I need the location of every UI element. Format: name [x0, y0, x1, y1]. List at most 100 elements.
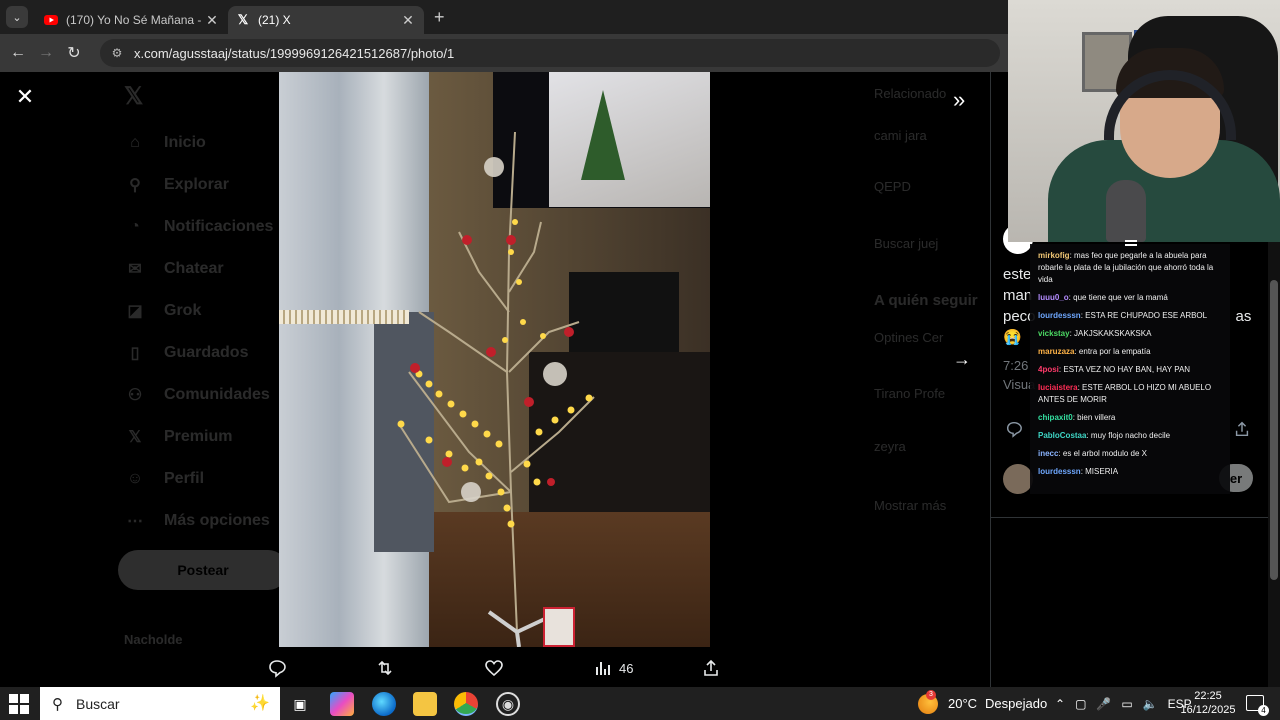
mail-icon: ✉ [128, 261, 142, 278]
nav-item-profile[interactable]: ☺ Perfil [124, 464, 204, 494]
share-icon[interactable] [1233, 420, 1251, 443]
new-tab-button[interactable]: + [434, 7, 445, 28]
chat-message: PabloCostaa: muy flojo nacho decile [1038, 430, 1222, 442]
chat-username: luuu0_o [1038, 293, 1069, 302]
windows-start-icon[interactable] [8, 693, 30, 715]
home-icon: ⌂ [130, 134, 140, 151]
tray-chevron-icon[interactable]: ⌃ [1055, 697, 1065, 711]
tray-mic-icon[interactable]: 🎤 [1096, 697, 1111, 711]
reply-icon[interactable] [267, 657, 287, 679]
share-icon[interactable] [701, 657, 721, 679]
taskbar-clock[interactable]: 22:25 16/12/2025 [1178, 689, 1238, 717]
tray-network-icon[interactable]: ▭ [1121, 697, 1132, 711]
chat-username: PabloCostaa [1038, 431, 1087, 440]
like-icon[interactable] [484, 657, 504, 679]
chat-message-list: mirkofig: mas feo que pegarle a la abuel… [1038, 250, 1222, 478]
repost-icon[interactable] [375, 657, 395, 679]
chat-username: chipaxit0 [1038, 413, 1073, 422]
tab-youtube[interactable]: (170) Yo No Sé Mañana - YouTube ✕ [36, 6, 228, 34]
streamer-webcam [1008, 0, 1280, 242]
tray-volume-icon[interactable]: 🔈 [1143, 697, 1158, 711]
search-icon: ⚲ [52, 695, 63, 713]
tweet-photo[interactable] [279, 72, 710, 647]
weather-temp: 20°C [948, 696, 978, 711]
nav-label: Grok [164, 302, 202, 319]
chat-text: es el arbol modulo de X [1062, 449, 1147, 458]
tab-x[interactable]: 𝕏 (21) X ✕ [228, 6, 424, 34]
nav-label: Chatear [164, 260, 224, 277]
photo-gift-bag [543, 607, 575, 647]
nav-item-explore[interactable]: ⚲ Explorar [124, 170, 229, 200]
nav-item-premium[interactable]: 𝕏 Premium [124, 422, 233, 452]
right-rail-line: Relacionado [874, 86, 947, 101]
right-rail-line: Tirano Profe [874, 386, 946, 401]
chat-text: MISERIA [1085, 467, 1119, 476]
next-photo-icon[interactable]: → [953, 349, 971, 370]
browser-tabstrip: ⌄ (170) Yo No Sé Mañana - YouTube ✕ 𝕏 (2… [0, 0, 1008, 34]
tweet-time[interactable]: 7:26 [1003, 358, 1028, 373]
nav-item-more[interactable]: ⋯ Más opciones [124, 506, 270, 536]
expand-sidebar-icon[interactable]: » [953, 87, 965, 113]
chat-username: vickstay [1038, 329, 1070, 338]
weather-sun-icon: 3 [918, 689, 938, 714]
chat-message: maruzaza: entra por la empatía [1038, 346, 1222, 358]
site-info-icon[interactable]: ⚙ [108, 46, 126, 60]
post-button[interactable]: Postear [118, 550, 288, 590]
file-explorer-icon[interactable] [413, 692, 437, 716]
nav-item-grok[interactable]: ◪ Grok [124, 296, 201, 326]
chat-message: lourdesssn: ESTA RE CHUPADO ESE ARBOL [1038, 310, 1222, 322]
x-logo-icon[interactable]: 𝕏 [124, 82, 143, 111]
copilot-sparkle-icon: ✨ [250, 695, 270, 712]
right-rail-line: Mostrar más [874, 498, 947, 513]
close-tab-icon[interactable]: ✕ [204, 12, 220, 29]
address-bar[interactable]: ⚙ x.com/agusstaaj/status/199996912642151… [100, 39, 1000, 67]
windows-taskbar: ⚲ Buscar ✨ ▣ ◉ 3 20°C Despejado ⌃ ▢ 🎤 ▭ … [0, 687, 1280, 720]
nav-item-bookmarks[interactable]: ▯ Guardados [124, 338, 249, 368]
chrome-icon[interactable] [454, 692, 478, 716]
weather-badge: 3 [926, 689, 936, 700]
chat-username: luciaistera [1038, 383, 1078, 392]
photo-action-bar: 46 [255, 653, 735, 683]
nav-item-home[interactable]: ⌂ Inicio [124, 128, 206, 158]
chat-message: inecc: es el arbol modulo de X [1038, 448, 1222, 460]
divider [991, 517, 1280, 518]
copilot-icon[interactable] [330, 692, 354, 716]
profile-name[interactable]: Nacholde [124, 632, 183, 647]
tab-search-button[interactable]: ⌄ [6, 6, 28, 28]
right-rail-line: cami jara [874, 128, 927, 143]
reply-icon[interactable] [1005, 420, 1023, 443]
weather-desc: Despejado [985, 696, 1048, 711]
reload-button[interactable]: ↻ [60, 43, 88, 63]
views-button[interactable]: 46 [593, 657, 633, 679]
weather-widget[interactable]: 3 20°C Despejado [918, 687, 1047, 720]
obs-icon[interactable]: ◉ [496, 692, 520, 716]
notification-center-icon[interactable]: 4 [1246, 695, 1269, 716]
chat-username: maruzaza [1038, 347, 1075, 356]
chat-text: entra por la empatía [1078, 347, 1151, 356]
stream-chat-overlay: mirkofig: mas feo que pegarle a la abuel… [1030, 240, 1230, 494]
close-icon[interactable]: ✕ [14, 86, 36, 108]
nav-label: Perfil [164, 470, 205, 487]
chat-text: ESTA VEZ NO HAY BAN, HAY PAN [1063, 365, 1191, 374]
people-icon: ⚇ [127, 387, 143, 404]
edge-icon[interactable] [372, 692, 396, 716]
nav-label: Premium [164, 428, 233, 445]
x-left-nav: 𝕏 ⌂ Inicio ⚲ Explorar ◔ Notificaciones ✉ Cha… [118, 72, 288, 687]
scrollbar-thumb[interactable] [1270, 280, 1278, 580]
chat-message: luciaistera: ESTE ARBOL LO HIZO MI ABUEL… [1038, 382, 1222, 406]
nav-item-communities[interactable]: ⚇ Comunidades [124, 380, 270, 410]
nav-label: Comunidades [164, 386, 270, 403]
taskbar-search[interactable]: ⚲ Buscar ✨ [40, 687, 280, 720]
tray-app-icon[interactable]: ▢ [1075, 697, 1086, 711]
tab-label: (170) Yo No Sé Mañana - YouTube [66, 13, 204, 27]
views-count: 46 [619, 660, 634, 676]
nav-item-notifications[interactable]: ◔ Notificaciones [124, 212, 273, 242]
close-tab-icon[interactable]: ✕ [400, 12, 416, 29]
photo-branch-tree [397, 131, 595, 647]
back-button[interactable]: ← [4, 44, 32, 62]
nav-item-chat[interactable]: ✉ Chatear [124, 254, 224, 284]
nav-label: Notificaciones [164, 218, 274, 235]
forward-button[interactable]: → [32, 44, 60, 62]
chat-username: mirkofig [1038, 251, 1070, 260]
task-view-icon[interactable]: ▣ [288, 692, 312, 716]
